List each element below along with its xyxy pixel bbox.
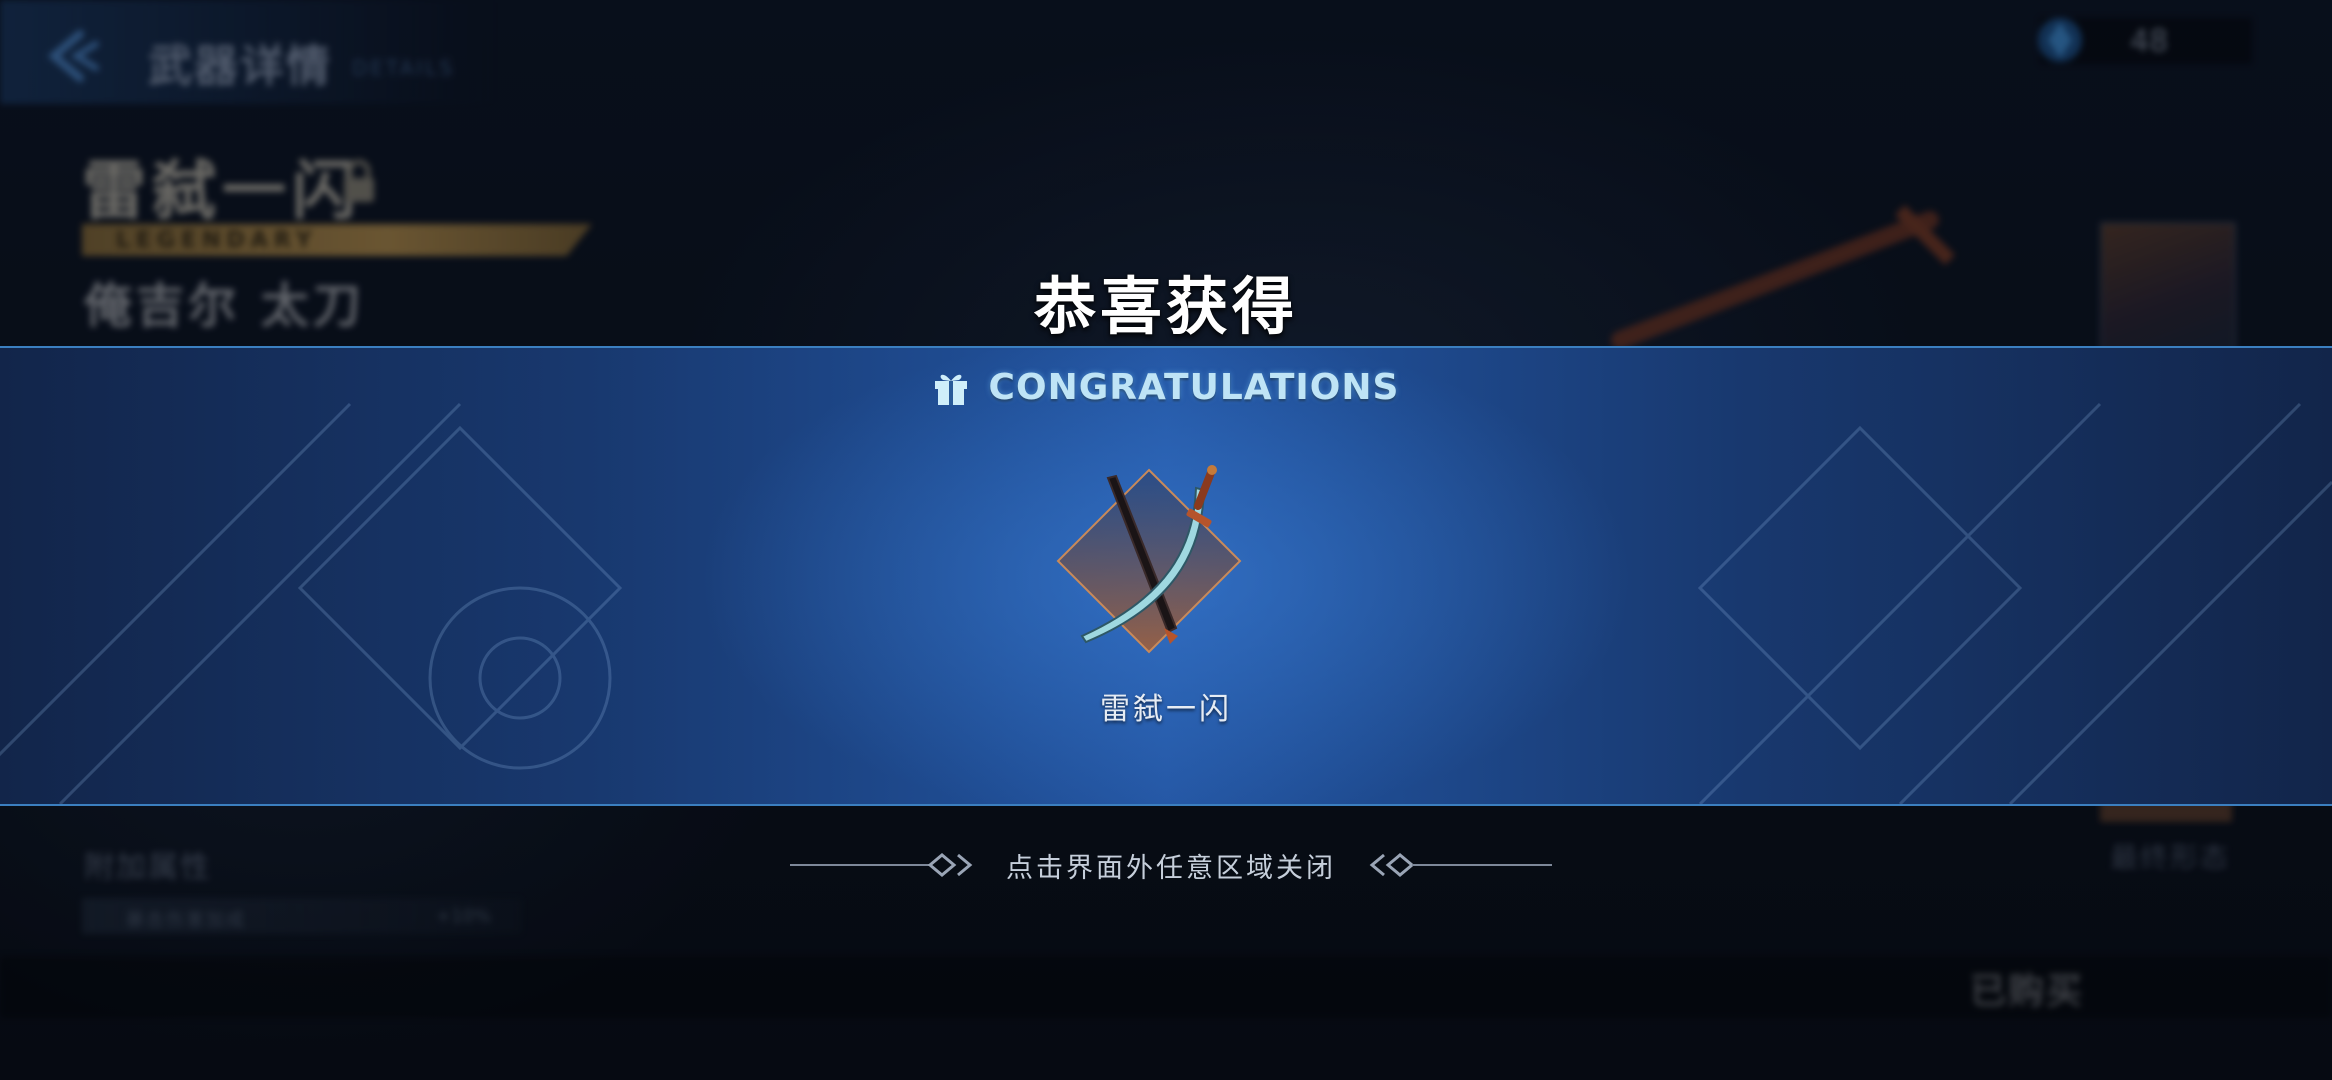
katana-icon[interactable] xyxy=(1046,458,1252,664)
reward-item-name: 雷弑一闪 xyxy=(1100,692,1232,727)
congratulations-text: CONGRATULATIONS xyxy=(988,366,1400,408)
close-hint: 点击界面外任意区域关闭 xyxy=(776,840,1566,890)
congratulations-header: CONGRATULATIONS xyxy=(0,362,2332,412)
reward-title: 恭喜获得 xyxy=(1033,270,1298,343)
right-ornament-icon xyxy=(1369,853,1552,877)
close-hint-text: 点击界面外任意区域关闭 xyxy=(1006,852,1336,884)
screen: 武器详情 DETAILS 48 雷弑一闪 LEGENDARY 俺吉尔 太刀 最终… xyxy=(0,0,2332,1080)
left-ornament-icon xyxy=(790,853,973,877)
gift-icon xyxy=(934,374,967,405)
